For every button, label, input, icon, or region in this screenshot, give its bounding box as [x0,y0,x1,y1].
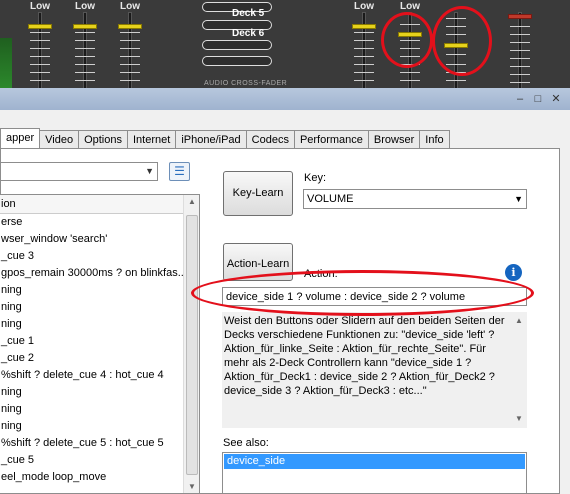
controller-select[interactable]: ▼ [0,162,158,181]
key-select-value: VOLUME [307,193,354,205]
list-scrollbar[interactable]: ▲ ▼ [183,195,199,493]
mixer-panel: Low Low Low Low Low Deck 5 Deck 6 AUDIO … [0,0,570,96]
list-item[interactable]: _cue 2 [0,350,199,367]
annotation-circle [432,6,492,76]
eq-low-label: Low [354,1,374,12]
list-view-icon[interactable]: ☰ [169,162,190,181]
see-also-list: device_side [222,452,527,494]
deck-button[interactable] [202,40,272,50]
key-learn-button[interactable]: Key-Learn [223,171,293,216]
see-also-item[interactable]: device_side [224,454,525,469]
crossfader-label: AUDIO CROSS-FADER [204,80,288,87]
list-item[interactable]: erse [0,214,199,231]
list-item[interactable]: _cue 5 [0,452,199,469]
tab-options[interactable]: Options [78,130,128,149]
window-controls: – □ ✕ [510,92,564,106]
tab-iphone-ipad[interactable]: iPhone/iPad [175,130,247,149]
eq-low-label: Low [30,1,50,12]
info-icon[interactable]: i [505,264,522,281]
eq-low-fader[interactable] [350,12,378,96]
tab-info[interactable]: Info [419,130,450,149]
fader-knob[interactable] [352,24,376,29]
list-item[interactable]: ning [0,299,199,316]
tab-browser[interactable]: Browser [367,130,421,149]
list-item[interactable]: gpos_remain 30000ms ? on blinkfas... [0,265,199,282]
list-item[interactable]: wser_window 'search' [0,231,199,248]
tab-performance[interactable]: Performance [293,130,369,149]
eq-low-fader[interactable] [116,12,144,96]
maximize-button[interactable]: □ [530,92,546,106]
tab-internet[interactable]: Internet [127,130,177,149]
scroll-down-icon[interactable]: ▼ [515,412,523,426]
scroll-thumb[interactable] [186,215,198,475]
list-header[interactable]: ion [0,195,199,214]
action-description: Weist den Buttons oder Slidern auf den b… [222,312,527,428]
chevron-down-icon: ▼ [514,194,523,204]
see-also-label: See also: [223,437,269,449]
deck5-label: Deck 5 [232,8,265,19]
mapping-list: ion erse wser_window 'search' _cue 3 gpo… [0,194,200,494]
deck6-label: Deck 6 [232,28,265,39]
chevron-down-icon: ▼ [145,166,154,176]
tab-mapper[interactable]: apper [0,128,41,149]
list-item[interactable]: %shift ? delete_cue 4 : hot_cue 4 [0,367,199,384]
scroll-up-icon[interactable]: ▲ [188,197,196,206]
annotation-circle [191,270,534,316]
list-item[interactable]: ning [0,401,199,418]
list-item[interactable]: ning [0,384,199,401]
eq-low-label: Low [75,1,95,12]
volume-fader[interactable] [506,12,534,96]
close-button[interactable]: ✕ [548,92,564,106]
key-label: Key: [304,172,327,184]
fader-knob[interactable] [28,24,52,29]
description-text: Weist den Buttons oder Slidern auf den b… [224,315,505,397]
level-meter [0,38,12,90]
scroll-down-icon[interactable]: ▼ [188,482,196,491]
key-select[interactable]: VOLUME ▼ [303,189,527,209]
list-item[interactable]: eel_mode loop_move [0,469,199,486]
eq-low-fader[interactable] [26,12,54,96]
window-titlebar [0,88,570,110]
scroll-up-icon[interactable]: ▲ [515,314,523,328]
eq-low-label: Low [120,1,140,12]
annotation-circle [381,12,433,68]
tab-video[interactable]: Video [39,130,80,149]
list-item[interactable]: ning [0,418,199,435]
list-item[interactable]: _cue 1 [0,333,199,350]
list-item[interactable]: %shift ? delete_cue 5 : hot_cue 5 [0,435,199,452]
deck-button[interactable] [202,56,272,66]
fader-knob[interactable] [508,14,532,19]
list-item[interactable]: ning [0,282,199,299]
description-scrollbar[interactable]: ▲ ▼ [511,312,527,428]
tab-codecs[interactable]: Codecs [245,130,295,149]
minimize-button[interactable]: – [512,92,528,106]
list-item[interactable]: _cue 3 [0,248,199,265]
settings-tabs: apper Video Options Internet iPhone/iPad… [0,128,450,149]
fader-knob[interactable] [118,24,142,29]
eq-low-label: Low [400,1,420,12]
eq-low-fader[interactable] [71,12,99,96]
fader-knob[interactable] [73,24,97,29]
list-item[interactable]: ning [0,316,199,333]
